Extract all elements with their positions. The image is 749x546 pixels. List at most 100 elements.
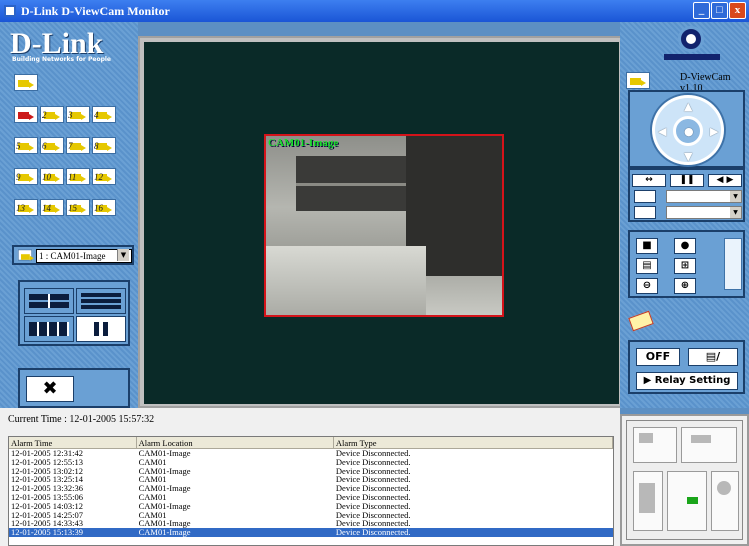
ptz-center-icon[interactable]: ● xyxy=(684,125,694,138)
relay-toggle-button[interactable]: ▤/ xyxy=(688,348,738,366)
table-cell: CAM01-Image xyxy=(138,527,191,538)
camera-button-label: 12 xyxy=(94,172,103,182)
ptz-dial: ▲ ▼ ◀ ▶ ● xyxy=(652,95,724,165)
camera-button-10[interactable]: 10 xyxy=(40,168,64,185)
table-row[interactable]: 12-01-2005 14:03:12 CAM01-Image Device Dis… xyxy=(9,500,613,511)
patrol-button[interactable]: ◀ ▶ xyxy=(708,174,742,187)
col-alarm-time[interactable]: Alarm Time xyxy=(9,437,137,448)
layout-9-button[interactable] xyxy=(76,288,126,314)
close-icon[interactable]: ✖ xyxy=(26,376,74,402)
relay-setting-button[interactable]: ▶ Relay Setting xyxy=(636,372,738,390)
alarm-rows: 12-01-2005 12:31:42 CAM01-Image Device Dis… xyxy=(9,449,613,537)
col-alarm-type[interactable]: Alarm Type xyxy=(334,437,613,448)
table-row[interactable]: 12-01-2005 12:31:42 CAM01-Image Device Dis… xyxy=(9,449,613,458)
camera-button-13[interactable]: 13 xyxy=(14,199,38,216)
camera-button-3[interactable]: 3 xyxy=(66,106,90,123)
pause-layout-button[interactable] xyxy=(76,316,126,342)
chevron-down-icon[interactable]: ▼ xyxy=(117,249,129,261)
close-window-button[interactable]: x xyxy=(729,2,746,19)
fullscreen-button[interactable]: ⊞ xyxy=(674,258,696,274)
alarm-table[interactable]: Alarm Time Alarm Location Alarm Type 12-… xyxy=(8,436,614,546)
camera-button-label: 6 xyxy=(42,141,47,151)
record-button[interactable]: ● xyxy=(674,238,696,254)
camera-button-15[interactable]: 15 xyxy=(66,199,90,216)
camera-icon xyxy=(17,249,34,261)
table-cell: Device Disconnected. xyxy=(335,527,411,538)
stop-pan-button[interactable]: ❚❚ xyxy=(670,174,704,187)
camera-list-select[interactable]: ▼ xyxy=(666,206,742,219)
brand-logo: D-Link xyxy=(10,27,104,60)
ptz-left-icon[interactable]: ◀ xyxy=(658,125,666,138)
camera-button-label: 4 xyxy=(94,110,99,120)
left-panel: D-Link Building Networks for People 2 3 4 5… xyxy=(0,22,138,408)
camera-button-8[interactable]: 8 xyxy=(92,137,116,154)
ptz-down-icon[interactable]: ▼ xyxy=(684,150,692,163)
camera-button-label: 3 xyxy=(68,110,73,120)
camera-button-11[interactable]: 11 xyxy=(66,168,90,185)
minimize-button[interactable]: _ xyxy=(693,2,710,19)
table-row[interactable]: 12-01-2005 13:25:14 CAM01 Device Disconnec… xyxy=(9,475,613,484)
layout-16-button[interactable] xyxy=(24,316,74,342)
table-cell: CAM01-Image xyxy=(138,483,191,494)
auto-pan-button[interactable]: ↔ xyxy=(632,174,666,187)
zoom-in-button[interactable]: ⊕ xyxy=(674,278,696,294)
camera-button-5[interactable]: 5 xyxy=(14,137,38,154)
table-row[interactable]: 12-01-2005 14:25:07 CAM01 Device Disconnec… xyxy=(9,510,613,520)
camera-button-6[interactable]: 6 xyxy=(40,137,64,154)
camera-button-label: 10 xyxy=(42,172,51,182)
camera-button-12[interactable]: 12 xyxy=(92,168,116,185)
brand-tagline: Building Networks for People xyxy=(12,56,111,63)
camera-feed[interactable]: CAM01-Image xyxy=(264,134,504,317)
pan-controls: ↔ ❚❚ ◀ ▶ ▼ ▼ xyxy=(628,168,745,222)
camera-button-9[interactable]: 9 xyxy=(14,168,38,185)
ptz-up-icon[interactable]: ▲ xyxy=(684,100,692,113)
map-furniture xyxy=(639,433,653,443)
camera-button-7[interactable]: 7 xyxy=(66,137,90,154)
table-row[interactable]: 12-01-2005 15:13:39 CAM01-Image Device Dis… xyxy=(9,528,613,537)
feed-caption: CAM01-Image xyxy=(268,137,339,149)
preset-select[interactable]: ▼ xyxy=(666,190,742,203)
camera-list-icon xyxy=(634,206,656,219)
camera-button-label: 2 xyxy=(42,110,47,120)
chevron-down-icon[interactable]: ▼ xyxy=(730,207,741,218)
camera-button-label: 11 xyxy=(68,172,77,182)
relay-panel: OFF ▤/ ▶ Relay Setting xyxy=(628,340,745,394)
camera-button-label: 7 xyxy=(68,141,73,151)
layout-selector xyxy=(18,280,130,346)
ptz-right-icon[interactable]: ▶ xyxy=(710,125,718,138)
camera-button-2[interactable]: 2 xyxy=(40,106,64,123)
zoom-out-button[interactable]: ⊖ xyxy=(636,278,658,294)
table-cell: CAM01-Image xyxy=(138,500,191,511)
table-row[interactable]: 12-01-2005 13:02:12 CAM01-Image Device Dis… xyxy=(9,466,613,476)
camera-button-label: 15 xyxy=(68,203,77,213)
snapshot-button[interactable]: ■ xyxy=(636,238,658,254)
chevron-down-icon[interactable]: ▼ xyxy=(730,191,741,202)
camera-button-label: 9 xyxy=(16,172,21,182)
maximize-button[interactable]: □ xyxy=(711,2,728,19)
map-furniture xyxy=(691,435,711,443)
ptz-control: ▲ ▼ ◀ ▶ ● xyxy=(628,90,745,168)
camera-button-label: 5 xyxy=(16,141,21,151)
playback-button[interactable]: ▤ xyxy=(636,258,658,274)
col-alarm-location[interactable]: Alarm Location xyxy=(137,437,334,448)
camera-button-1[interactable] xyxy=(14,106,38,123)
action-panel: ■ ● ▤ ⊞ ⊖ ⊕ xyxy=(628,230,745,298)
relay-off-button[interactable]: OFF xyxy=(636,348,680,366)
table-row[interactable]: 12-01-2005 13:32:36 CAM01-Image Device Dis… xyxy=(9,484,613,493)
table-row[interactable]: 12-01-2005 13:55:06 CAM01 Device Disconnec… xyxy=(9,493,613,502)
camera-button-label: 8 xyxy=(94,141,99,151)
map-room xyxy=(711,471,739,531)
map-camera-icon[interactable] xyxy=(687,497,698,504)
video-frame: CAM01-Image xyxy=(138,36,624,408)
camera-group-icon[interactable] xyxy=(14,74,38,91)
camera-button-4[interactable]: 4 xyxy=(92,106,116,123)
camera-select[interactable]: 1 : CAM01-Image ▼ xyxy=(12,245,134,265)
table-row[interactable]: 12-01-2005 12:55:13 CAM01 Device Disconnec… xyxy=(9,457,613,467)
camera-button-16[interactable]: 16 xyxy=(92,199,116,216)
layout-4-button[interactable] xyxy=(24,288,74,314)
floor-map[interactable] xyxy=(626,420,743,540)
table-cell: CAM01-Image xyxy=(138,448,191,458)
camera-button-14[interactable]: 14 xyxy=(40,199,64,216)
table-row[interactable]: 12-01-2005 14:33:43 CAM01-Image Device Dis… xyxy=(9,519,613,528)
eraser-icon[interactable] xyxy=(628,310,654,332)
